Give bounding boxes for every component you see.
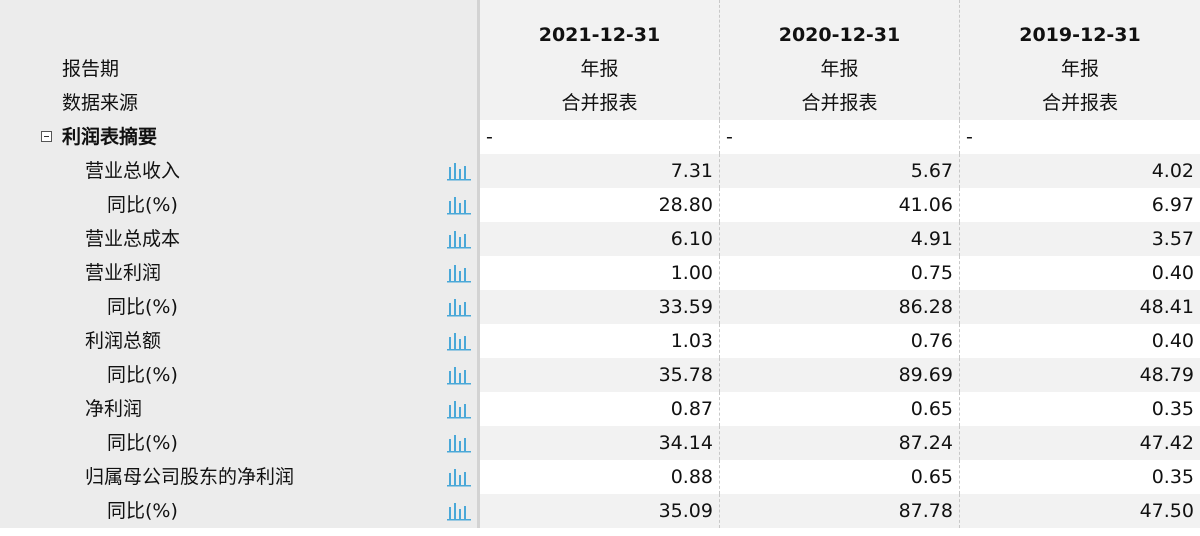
row-value: 6.10 (480, 222, 720, 256)
row-value: 3.57 (960, 222, 1200, 256)
bar-chart-icon[interactable] (446, 261, 472, 285)
table-row[interactable]: 营业总成本 6.10 4.91 3.57 (0, 222, 1200, 256)
row-value: 34.14 (480, 426, 720, 460)
row-value: 1.00 (480, 256, 720, 290)
table-row[interactable]: 同比(%) 35.78 89.69 48.79 (0, 358, 1200, 392)
row-value: 86.28 (720, 290, 960, 324)
report-period-value: 年报 (480, 52, 720, 86)
data-source-label: 数据来源 (62, 92, 139, 114)
row-value: 33.59 (480, 290, 720, 324)
row-label: 营业总成本 (85, 228, 181, 250)
row-label: 同比(%) (107, 432, 178, 454)
table-row[interactable]: 利润总额 1.03 0.76 0.40 (0, 324, 1200, 358)
row-value: 48.79 (960, 358, 1200, 392)
bar-chart-icon[interactable] (446, 431, 472, 455)
row-label: 同比(%) (107, 194, 178, 216)
table-row[interactable]: 归属母公司股东的净利润 0.88 0.65 0.35 (0, 460, 1200, 494)
row-value: 0.40 (960, 324, 1200, 358)
bar-chart-icon[interactable] (446, 329, 472, 353)
bar-chart-icon[interactable] (446, 465, 472, 489)
section-value: - (720, 120, 960, 154)
bar-chart-icon[interactable] (446, 227, 472, 251)
row-value: 1.03 (480, 324, 720, 358)
table-row[interactable]: 营业总收入 7.31 5.67 4.02 (0, 154, 1200, 188)
row-value: 89.69 (720, 358, 960, 392)
row-label: 营业利润 (85, 262, 162, 284)
section-label: 利润表摘要 (62, 126, 158, 148)
row-value: 5.67 (720, 154, 960, 188)
row-label: 同比(%) (107, 500, 178, 522)
row-label: 利润总额 (85, 330, 162, 352)
period-header-2019[interactable]: 2019-12-31 (960, 0, 1200, 52)
row-value: 7.31 (480, 154, 720, 188)
row-value: 0.88 (480, 460, 720, 494)
row-value: 0.65 (720, 392, 960, 426)
row-value: 0.76 (720, 324, 960, 358)
row-value: 0.35 (960, 392, 1200, 426)
report-period-row: 报告期 年报 年报 年报 (0, 52, 1200, 86)
data-source-value: 合并报表 (960, 86, 1200, 120)
row-value: 4.02 (960, 154, 1200, 188)
data-source-row: 数据来源 合并报表 合并报表 合并报表 (0, 86, 1200, 120)
row-label: 同比(%) (107, 364, 178, 386)
row-value: 4.91 (720, 222, 960, 256)
table-row[interactable]: 净利润 0.87 0.65 0.35 (0, 392, 1200, 426)
section-value: - (960, 120, 1200, 154)
row-value: 0.87 (480, 392, 720, 426)
row-value: 35.09 (480, 494, 720, 528)
row-value: 0.65 (720, 460, 960, 494)
collapse-minus-icon[interactable] (41, 131, 52, 142)
row-value: 47.50 (960, 494, 1200, 528)
row-label: 营业总收入 (85, 160, 181, 182)
period-header-2021[interactable]: 2021-12-31 (480, 0, 720, 52)
row-value: 35.78 (480, 358, 720, 392)
bar-chart-icon[interactable] (446, 397, 472, 421)
row-value: 6.97 (960, 188, 1200, 222)
section-value: - (480, 120, 720, 154)
row-label: 归属母公司股东的净利润 (85, 466, 295, 488)
bar-chart-icon[interactable] (446, 193, 472, 217)
report-period-value: 年报 (960, 52, 1200, 86)
report-period-value: 年报 (720, 52, 960, 86)
row-value: 0.40 (960, 256, 1200, 290)
bar-chart-icon[interactable] (446, 295, 472, 319)
bar-chart-icon[interactable] (446, 363, 472, 387)
financial-summary-table: 2021-12-31 2020-12-31 2019-12-31 报告期 年报 … (0, 0, 1200, 536)
table-row[interactable]: 同比(%) 35.09 87.78 47.50 (0, 494, 1200, 528)
row-value: 0.75 (720, 256, 960, 290)
header-corner (0, 0, 480, 52)
row-value: 48.41 (960, 290, 1200, 324)
bar-chart-icon[interactable] (446, 499, 472, 523)
bar-chart-icon[interactable] (446, 159, 472, 183)
table-row[interactable]: 同比(%) 28.80 41.06 6.97 (0, 188, 1200, 222)
report-period-label: 报告期 (62, 58, 120, 80)
row-label: 同比(%) (107, 296, 178, 318)
row-value: 0.35 (960, 460, 1200, 494)
table-row[interactable]: 营业利润 1.00 0.75 0.40 (0, 256, 1200, 290)
period-header-2020[interactable]: 2020-12-31 (720, 0, 960, 52)
row-value: 47.42 (960, 426, 1200, 460)
header-row: 2021-12-31 2020-12-31 2019-12-31 (0, 0, 1200, 52)
table-row[interactable]: 同比(%) 34.14 87.24 47.42 (0, 426, 1200, 460)
data-source-value: 合并报表 (720, 86, 960, 120)
table-row[interactable]: 同比(%) 33.59 86.28 48.41 (0, 290, 1200, 324)
row-value: 28.80 (480, 188, 720, 222)
data-source-value: 合并报表 (480, 86, 720, 120)
row-value: 41.06 (720, 188, 960, 222)
section-row-profit-summary[interactable]: 利润表摘要 - - - (0, 120, 1200, 154)
row-value: 87.24 (720, 426, 960, 460)
row-label: 净利润 (85, 398, 143, 420)
row-value: 87.78 (720, 494, 960, 528)
